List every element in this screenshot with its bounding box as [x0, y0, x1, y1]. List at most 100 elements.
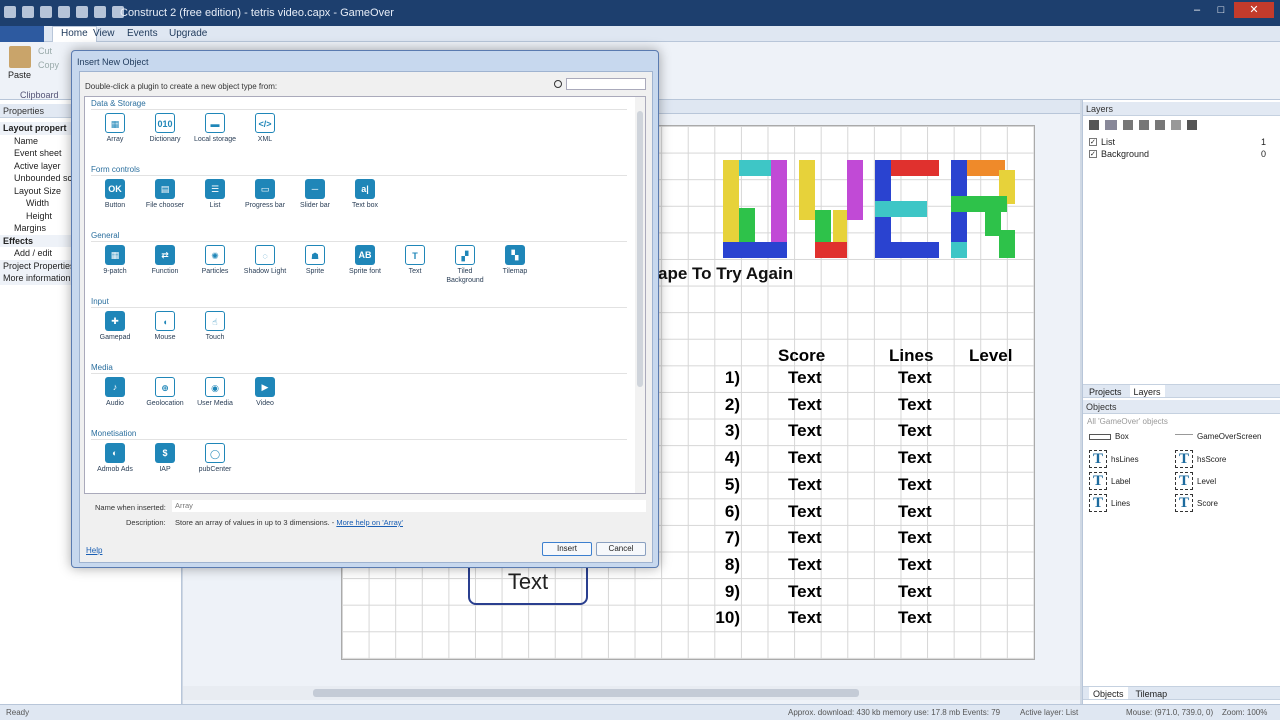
- add-layer-icon[interactable]: [1089, 120, 1099, 130]
- score-text-object[interactable]: Text: [788, 555, 822, 575]
- plugin-slider-bar[interactable]: ─ Slider bar: [289, 179, 341, 210]
- plugin-audio[interactable]: ♪ Audio: [89, 377, 141, 408]
- plugin-text[interactable]: T Text: [389, 245, 441, 276]
- plugin-dictionary[interactable]: 010 Dictionary: [139, 113, 191, 144]
- close-button[interactable]: ✕: [1234, 2, 1274, 18]
- help-link[interactable]: Help: [86, 546, 102, 555]
- lines-text-object[interactable]: Text: [898, 502, 932, 522]
- maximize-button[interactable]: □: [1210, 2, 1232, 18]
- minimize-button[interactable]: –: [1186, 2, 1208, 18]
- plugin-particles[interactable]: ✺ Particles: [189, 245, 241, 276]
- plugin-tilemap[interactable]: ▚ Tilemap: [489, 245, 541, 276]
- object-item[interactable]: T Score: [1175, 494, 1218, 512]
- tab-projects[interactable]: Projects: [1089, 385, 1122, 397]
- paste-button[interactable]: Paste: [8, 46, 31, 80]
- plugin-text-box[interactable]: a| Text box: [339, 179, 391, 210]
- plugin-progress-bar[interactable]: ▭ Progress bar: [239, 179, 291, 210]
- lines-text-object[interactable]: Text: [898, 395, 932, 415]
- object-item[interactable]: ThsLines: [1089, 450, 1139, 468]
- cut-button[interactable]: Cut: [38, 46, 52, 56]
- plugin-admob-ads[interactable]: ◐ Admob Ads: [89, 443, 141, 474]
- redo-icon[interactable]: [94, 6, 106, 18]
- tab-tilemap[interactable]: Tilemap: [1136, 687, 1168, 699]
- lines-text-object[interactable]: Text: [898, 528, 932, 548]
- insert-button[interactable]: Insert: [542, 542, 592, 556]
- plugin-local-storage[interactable]: ▬ Local storage: [189, 113, 241, 144]
- plugin-mouse[interactable]: ◖ Mouse: [139, 311, 191, 342]
- horizontal-scrollbar[interactable]: [183, 686, 1080, 700]
- cancel-button[interactable]: Cancel: [596, 542, 646, 556]
- move-down-icon[interactable]: [1187, 120, 1197, 130]
- tab-objects[interactable]: Objects: [1089, 687, 1128, 699]
- plugin-list-scrollbar[interactable]: [635, 97, 645, 493]
- lines-text-object[interactable]: Text: [898, 448, 932, 468]
- plugin-button[interactable]: OK Button: [89, 179, 141, 210]
- plugin-user-media[interactable]: ◉ User Media: [189, 377, 241, 408]
- layer-visible-checkbox[interactable]: ✓: [1089, 138, 1097, 146]
- score-text-object[interactable]: Text: [788, 528, 822, 548]
- score-text-object[interactable]: Text: [788, 368, 822, 388]
- score-text-object[interactable]: Text: [788, 475, 822, 495]
- lines-text-object[interactable]: Text: [898, 608, 932, 628]
- score-text-object[interactable]: Text: [788, 421, 822, 441]
- lines-text-object[interactable]: Text: [898, 582, 932, 602]
- lines-text-object[interactable]: Text: [898, 368, 932, 388]
- plugin-search-input[interactable]: [566, 78, 646, 90]
- scroll-thumb[interactable]: [637, 111, 643, 387]
- plugin-9-patch[interactable]: ▦ 9-patch: [89, 245, 141, 276]
- new-icon[interactable]: [22, 6, 34, 18]
- app-menu-button[interactable]: [0, 26, 44, 42]
- tab-layers[interactable]: Layers: [1129, 385, 1165, 397]
- layer-row[interactable]: ✓ Background 0: [1083, 148, 1280, 160]
- tab-view[interactable]: View: [93, 28, 115, 39]
- plugin-gamepad[interactable]: ✚ Gamepad: [89, 311, 141, 342]
- tab-events[interactable]: Events: [127, 28, 158, 39]
- plugin-iap[interactable]: $ IAP: [139, 443, 191, 474]
- score-text-object[interactable]: Text: [788, 502, 822, 522]
- lines-text-object[interactable]: Text: [898, 475, 932, 495]
- layer-visible-checkbox[interactable]: ✓: [1089, 150, 1097, 158]
- plugin-video[interactable]: ▶ Video: [239, 377, 291, 408]
- plugin-file-chooser[interactable]: ▤ File chooser: [139, 179, 191, 210]
- more-help-link[interactable]: More help on 'Array': [336, 518, 403, 527]
- plugin-tiled-background[interactable]: ▞ Tiled Background: [439, 245, 491, 285]
- move-up-icon[interactable]: [1171, 120, 1181, 130]
- plugin-geolocation[interactable]: ⊕ Geolocation: [139, 377, 191, 408]
- layer-row[interactable]: ✓ List 1: [1083, 136, 1280, 148]
- lines-text-object[interactable]: Text: [898, 421, 932, 441]
- scroll-thumb[interactable]: [313, 689, 859, 697]
- copy-button[interactable]: Copy: [38, 60, 59, 70]
- lock-icon[interactable]: [1123, 120, 1133, 130]
- save-icon[interactable]: [58, 6, 70, 18]
- plugin-array[interactable]: ▦ Array: [89, 113, 141, 144]
- eye-icon[interactable]: [1105, 120, 1117, 130]
- plugin-sprite[interactable]: ☗ Sprite: [289, 245, 341, 276]
- name-field[interactable]: Array: [172, 500, 646, 512]
- plugin-list[interactable]: ☰ List: [189, 179, 241, 210]
- plugin-function[interactable]: ⇄ Function: [139, 245, 191, 276]
- object-item[interactable]: Box: [1089, 432, 1129, 441]
- edit-icon[interactable]: [1139, 120, 1149, 130]
- score-text-object[interactable]: Text: [788, 448, 822, 468]
- undo-icon[interactable]: [76, 6, 88, 18]
- plugin-pubcenter[interactable]: ◯ pubCenter: [189, 443, 241, 474]
- gear-icon[interactable]: [4, 6, 16, 18]
- object-item[interactable]: T Label: [1089, 472, 1131, 490]
- object-item[interactable]: T Lines: [1089, 494, 1130, 512]
- score-text-object[interactable]: Text: [788, 608, 822, 628]
- object-item[interactable]: GameOverScreen: [1175, 432, 1261, 441]
- score-text-object[interactable]: Text: [788, 582, 822, 602]
- tab-home[interactable]: Home: [52, 26, 97, 42]
- open-icon[interactable]: [40, 6, 52, 18]
- delete-icon[interactable]: [1155, 120, 1165, 130]
- score-text-object[interactable]: Text: [788, 395, 822, 415]
- plugin-xml[interactable]: </> XML: [239, 113, 291, 144]
- tab-upgrade[interactable]: Upgrade: [169, 28, 207, 39]
- plugin-touch[interactable]: ☝ Touch: [189, 311, 241, 342]
- object-item[interactable]: T Level: [1175, 472, 1216, 490]
- lines-text-object[interactable]: Text: [898, 555, 932, 575]
- plugin-sprite-font[interactable]: AB Sprite font: [339, 245, 391, 276]
- object-item[interactable]: ThsScore: [1175, 450, 1226, 468]
- plugin-shadow-light[interactable]: ◌ Shadow Light: [239, 245, 291, 276]
- objects-filter[interactable]: All 'GameOver' objects: [1083, 414, 1280, 430]
